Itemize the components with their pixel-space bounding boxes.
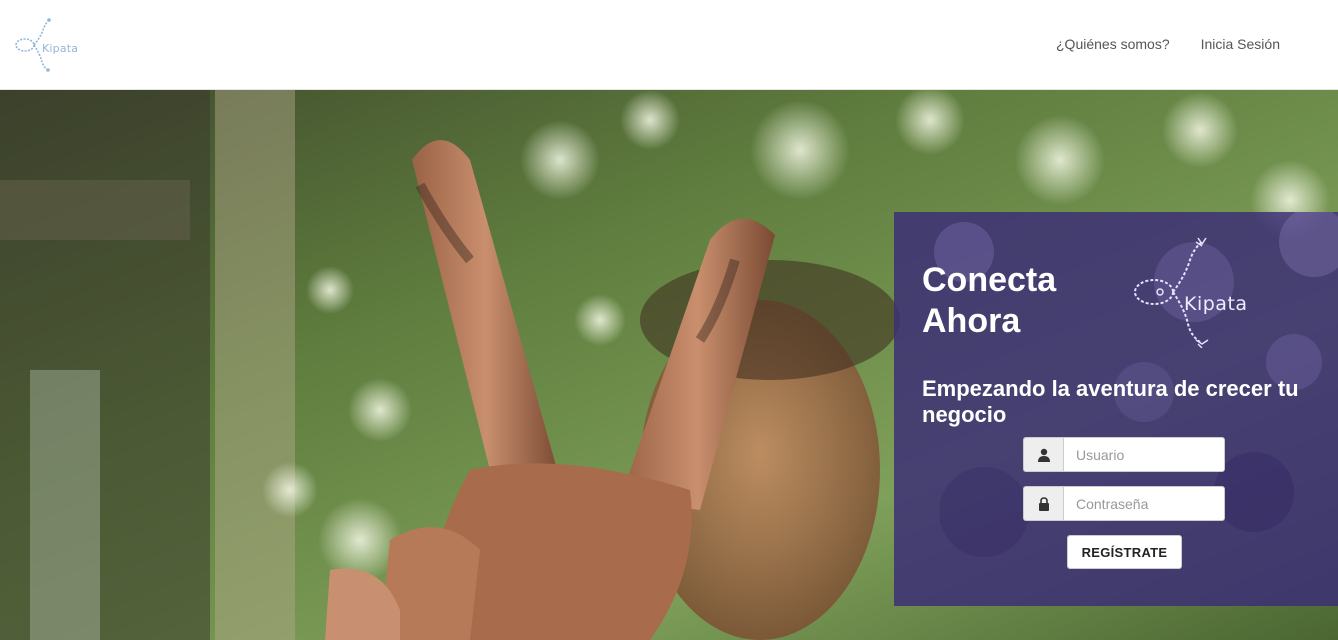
panel-title-line1: Conecta <box>922 261 1057 299</box>
username-input-group <box>1023 437 1225 472</box>
brand-name: Kipata <box>42 42 79 55</box>
panel-title-line2: Ahora <box>922 302 1021 340</box>
panel-logo-text: Kipata <box>1184 293 1248 315</box>
password-input-group <box>1023 486 1225 521</box>
lock-icon <box>1023 486 1063 521</box>
hero-section: Conecta Ahora Kipata Empezando la aventu… <box>0 90 1338 640</box>
brand-logo-link[interactable]: Kipata <box>13 16 83 72</box>
panel-subtitle: Empezando la aventura de crecer tu negoc… <box>922 376 1299 427</box>
username-input[interactable] <box>1063 437 1225 472</box>
register-button[interactable]: REGÍSTRATE <box>1067 535 1182 569</box>
panel-title: Conecta Ahora <box>922 260 1122 342</box>
user-icon <box>1023 437 1063 472</box>
nav-link-login[interactable]: Inicia Sesión <box>1201 36 1280 52</box>
navbar: Kipata ¿Quiénes somos? Inicia Sesión <box>0 0 1338 90</box>
login-panel: Conecta Ahora Kipata Empezando la aventu… <box>894 212 1338 606</box>
nav-link-about[interactable]: ¿Quiénes somos? <box>1056 36 1170 52</box>
main-nav: ¿Quiénes somos? Inicia Sesión <box>1056 36 1280 52</box>
password-input[interactable] <box>1063 486 1225 521</box>
kipata-logo-icon <box>1134 237 1209 348</box>
